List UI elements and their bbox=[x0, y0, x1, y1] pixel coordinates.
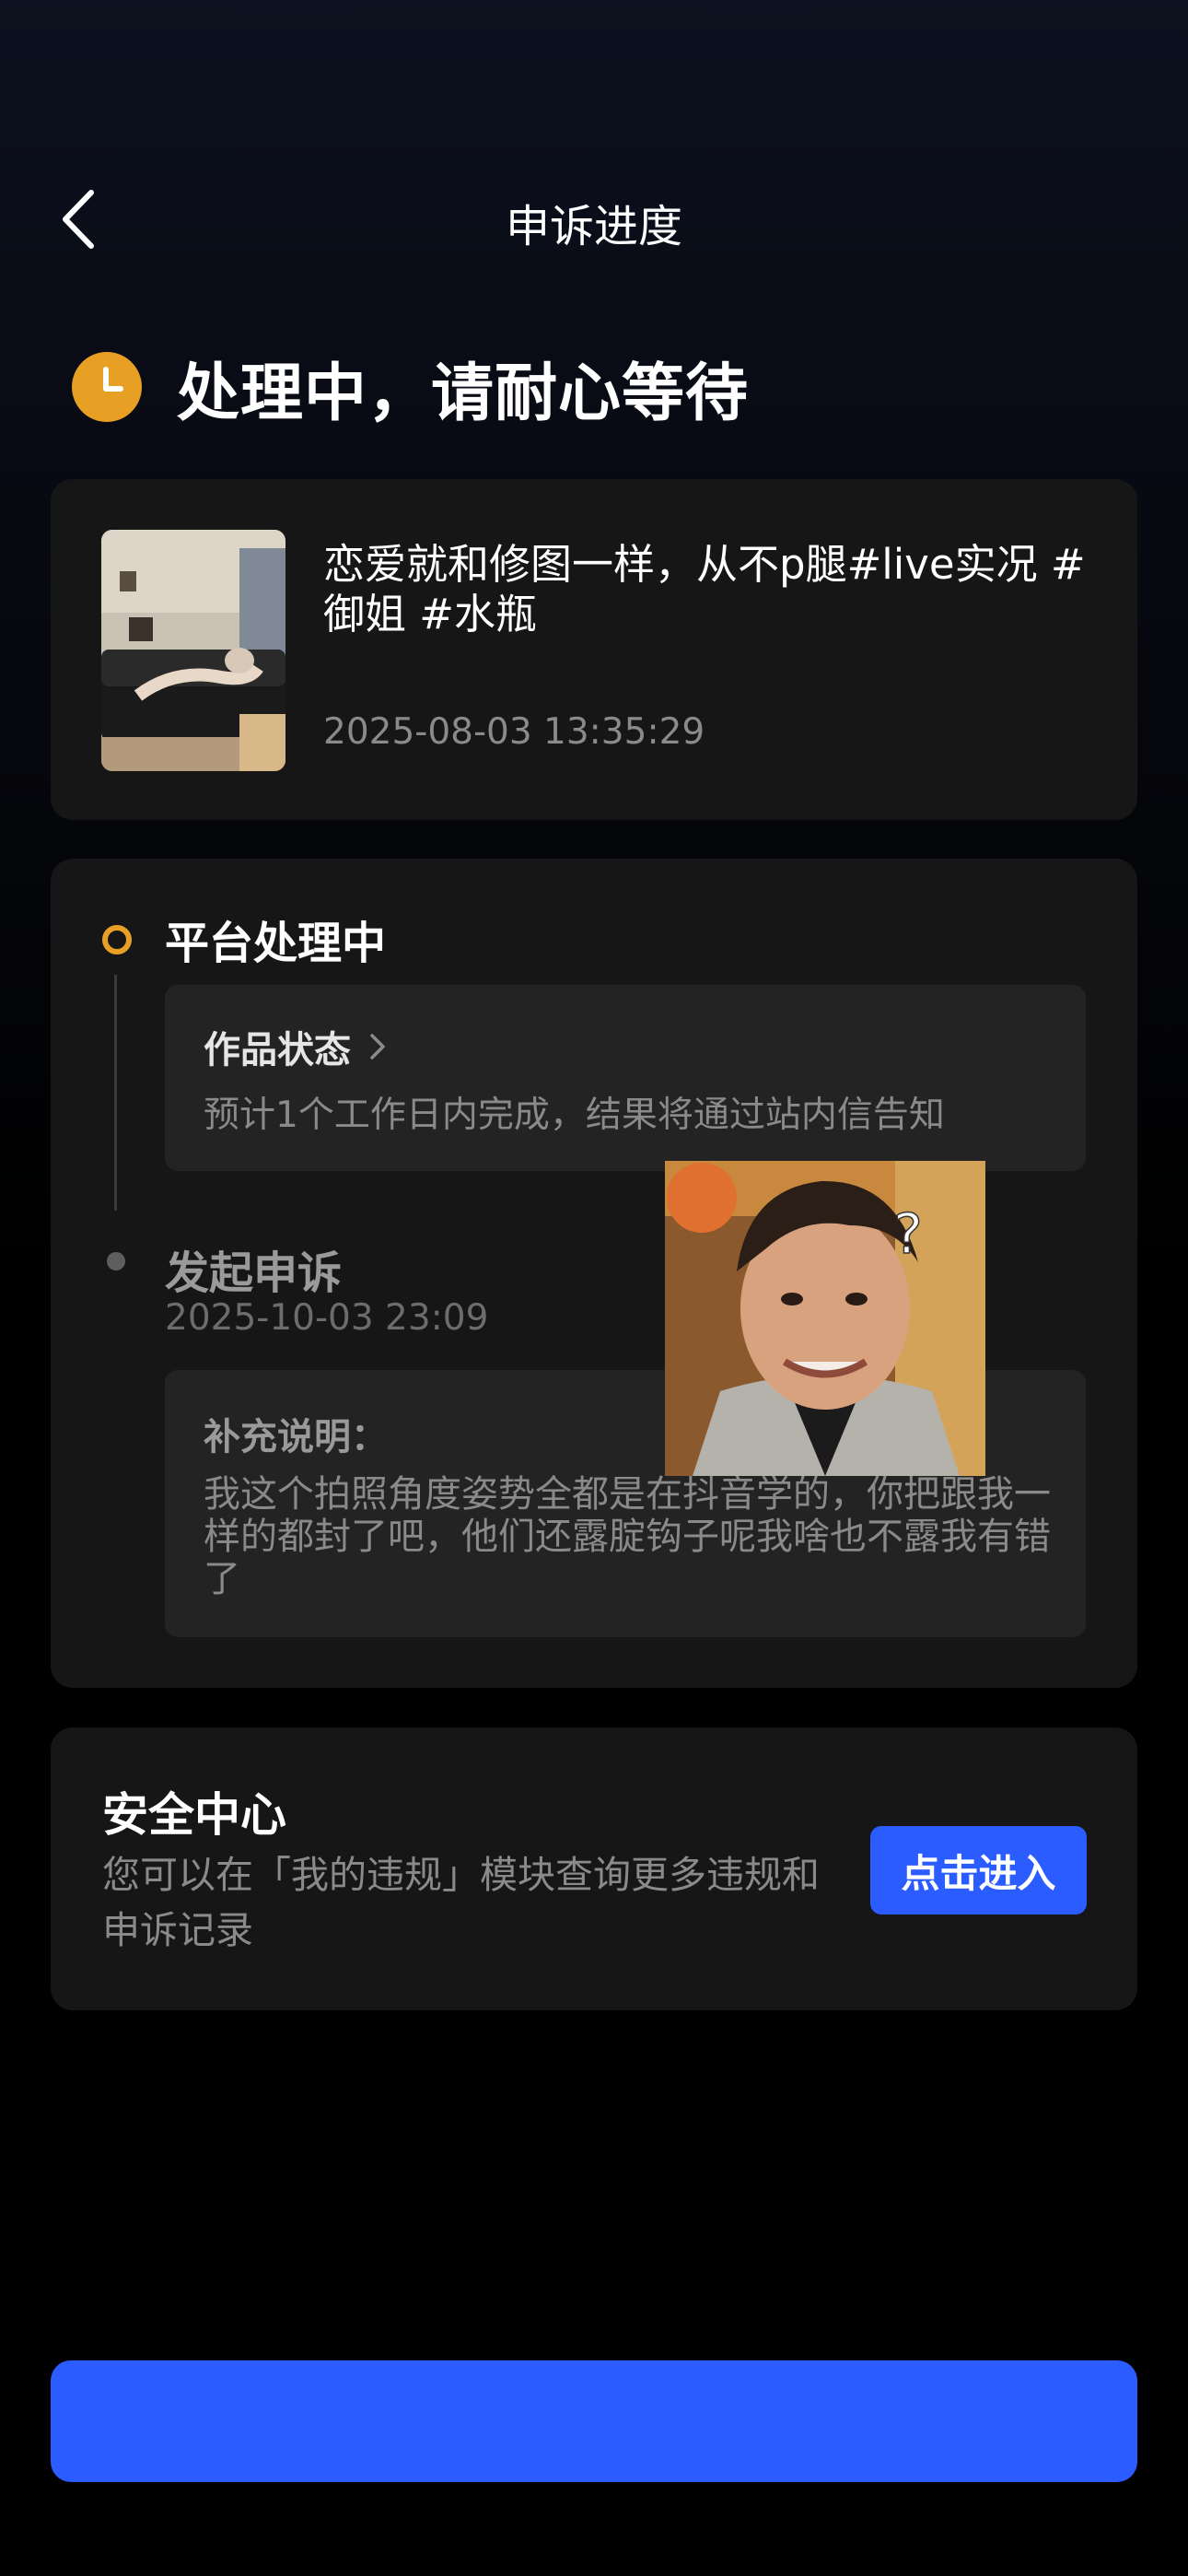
work-status-desc: 预计1个工作日内完成，结果将通过站内信告知 bbox=[204, 1095, 945, 1136]
video-thumbnail[interactable] bbox=[101, 530, 285, 771]
status-text: 处理中，请耐心等待 bbox=[177, 357, 750, 430]
meme-overlay-image: ? bbox=[665, 1161, 985, 1476]
work-status-label: 作品状态 bbox=[204, 1029, 351, 1071]
safety-center-title: 安全中心 bbox=[102, 1788, 286, 1842]
enter-safety-center-button[interactable]: 点击进入 bbox=[870, 1826, 1087, 1914]
svg-text:?: ? bbox=[893, 1202, 923, 1267]
work-status-link[interactable]: 作品状态 bbox=[204, 1020, 388, 1073]
status-row: 处理中，请耐心等待 bbox=[72, 345, 749, 430]
appeal-note-label: 补充说明： bbox=[204, 1416, 388, 1458]
top-bar: 申诉进度 bbox=[0, 157, 1188, 281]
timeline-dot bbox=[107, 1252, 125, 1270]
chevron-right-icon bbox=[370, 1034, 385, 1060]
bottom-primary-button[interactable] bbox=[51, 2360, 1137, 2482]
step-appeal-time: 2025-10-03 23:09 bbox=[165, 1297, 489, 1339]
video-title: 恋爱就和修图一样，从不p腿#live实况 #御姐 #水瓶 bbox=[323, 540, 1086, 638]
appeal-note-text: 我这个拍照角度姿势全都是在抖音学的，你把跟我一样的都封了吧，他们还露腚钩子呢我啥… bbox=[204, 1473, 1051, 1600]
video-timestamp: 2025-08-03 13:35:29 bbox=[323, 711, 705, 753]
clock-icon bbox=[72, 352, 142, 422]
timeline-active-dot bbox=[102, 925, 132, 954]
work-status-box[interactable]: 作品状态 预计1个工作日内完成，结果将通过站内信告知 bbox=[165, 985, 1086, 1171]
step-processing-title: 平台处理中 bbox=[165, 918, 387, 969]
timeline-line bbox=[114, 975, 117, 1211]
step-appeal-title: 发起申诉 bbox=[165, 1247, 343, 1299]
safety-center-card: 安全中心 您可以在「我的违规」模块查询更多违规和申诉记录 点击进入 bbox=[51, 1727, 1137, 2010]
safety-center-desc: 您可以在「我的违规」模块查询更多违规和申诉记录 bbox=[102, 1853, 820, 1952]
video-card[interactable]: 恋爱就和修图一样，从不p腿#live实况 #御姐 #水瓶 2025-08-03 … bbox=[51, 479, 1137, 820]
page-title: 申诉进度 bbox=[505, 201, 682, 252]
